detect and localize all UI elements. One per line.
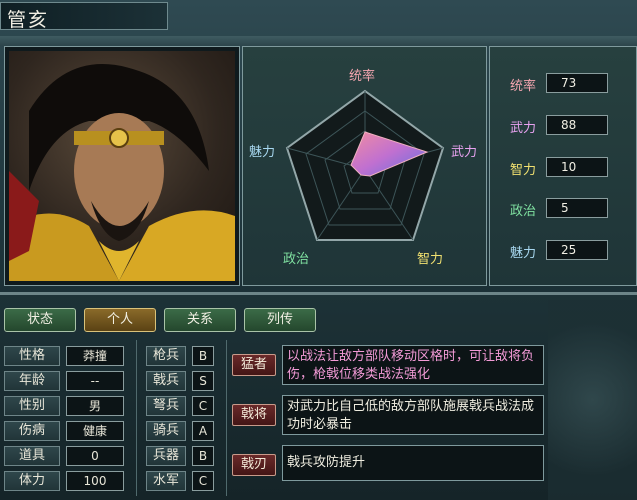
column-separator bbox=[226, 340, 227, 496]
profile-value: 莽撞 bbox=[66, 346, 124, 366]
stat-row-pol: 政治 5 bbox=[490, 198, 637, 222]
stat-label: 政治 bbox=[510, 204, 537, 219]
radar-panel: 统率 武力 智力 政治 魅力 bbox=[242, 46, 487, 286]
aptitude-label: 骑兵 bbox=[146, 421, 186, 441]
portrait-illustration bbox=[9, 64, 235, 281]
column-separator bbox=[136, 340, 137, 496]
skill-button-mengzhe[interactable]: 猛者 bbox=[232, 354, 276, 376]
stat-row-war: 武力 88 bbox=[490, 115, 637, 139]
stat-value: 25 bbox=[546, 240, 608, 260]
skill-button-jijiang[interactable]: 戟将 bbox=[232, 404, 276, 426]
aptitude-grade: C bbox=[192, 396, 214, 416]
title-bar: 管亥 bbox=[0, 2, 168, 31]
aptitude-grade: A bbox=[192, 421, 214, 441]
stat-label: 魅力 bbox=[510, 246, 537, 261]
profile-value: 男 bbox=[66, 396, 124, 416]
radar-label-int: 智力 bbox=[417, 252, 444, 267]
portrait-frame bbox=[4, 46, 240, 286]
profile-value: -- bbox=[66, 371, 124, 391]
stat-row-int: 智力 10 bbox=[490, 157, 637, 181]
portrait bbox=[9, 51, 235, 281]
profile-value: 100 bbox=[66, 471, 124, 491]
profile-label: 伤病 bbox=[4, 421, 60, 441]
stat-row-chr: 魅力 25 bbox=[490, 240, 637, 264]
radar-label-lead: 统率 bbox=[349, 69, 376, 84]
aptitude-label: 兵器 bbox=[146, 446, 186, 466]
aptitude-list: 枪兵 B 戟兵 S 弩兵 C 骑兵 A 兵器 B 水军 C bbox=[146, 340, 222, 498]
profile-value: 健康 bbox=[66, 421, 124, 441]
aptitude-grade: C bbox=[192, 471, 214, 491]
profile-label: 性格 bbox=[4, 346, 60, 366]
aptitude-label: 枪兵 bbox=[146, 346, 186, 366]
profile-label: 年龄 bbox=[4, 371, 60, 391]
top-strip bbox=[0, 36, 637, 46]
aptitude-grade: B bbox=[192, 346, 214, 366]
stat-label: 智力 bbox=[510, 163, 537, 178]
stats-panel: 统率 73 武力 88 智力 10 政治 5 魅力 25 bbox=[489, 46, 637, 286]
stat-value: 88 bbox=[546, 115, 608, 135]
officer-name: 管亥 bbox=[7, 9, 50, 31]
radar-label-pol: 政治 bbox=[283, 252, 310, 267]
stat-row-lead: 统率 73 bbox=[490, 73, 637, 97]
profile-label: 体力 bbox=[4, 471, 60, 491]
aptitude-label: 戟兵 bbox=[146, 371, 186, 391]
section-divider bbox=[0, 292, 637, 295]
stat-value: 10 bbox=[546, 157, 608, 177]
tab-relations[interactable]: 关系 bbox=[164, 308, 236, 332]
skill-description: 戟兵攻防提升 bbox=[282, 445, 544, 481]
tab-personal[interactable]: 个人 bbox=[84, 308, 156, 332]
aptitude-grade: S bbox=[192, 371, 214, 391]
stat-value: 73 bbox=[546, 73, 608, 93]
stat-value: 5 bbox=[546, 198, 608, 218]
skill-description: 以战法让敌方部队移动区格时，可让敌将负伤，枪戟位移类战法强化 bbox=[282, 345, 544, 385]
radar-label-war: 武力 bbox=[451, 145, 478, 160]
aptitude-grade: B bbox=[192, 446, 214, 466]
tab-biography[interactable]: 列传 bbox=[244, 308, 316, 332]
stat-label: 武力 bbox=[510, 121, 537, 136]
tab-status[interactable]: 状态 bbox=[4, 308, 76, 332]
radar-label-chr: 魅力 bbox=[249, 145, 276, 160]
profile-value: 0 bbox=[66, 446, 124, 466]
skill-button-jiren[interactable]: 戟刃 bbox=[232, 454, 276, 476]
decorative-ornament bbox=[548, 300, 637, 500]
profile-label: 道具 bbox=[4, 446, 60, 466]
profile-label: 性别 bbox=[4, 396, 60, 416]
skill-description: 对武力比自己低的敌方部队施展戟兵战法成功时必暴击 bbox=[282, 395, 544, 435]
aptitude-label: 弩兵 bbox=[146, 396, 186, 416]
profile-list: 性格 莽撞 年龄 -- 性别 男 伤病 健康 道具 0 体力 100 bbox=[4, 340, 132, 498]
stat-label: 统率 bbox=[510, 79, 537, 94]
aptitude-label: 水军 bbox=[146, 471, 186, 491]
